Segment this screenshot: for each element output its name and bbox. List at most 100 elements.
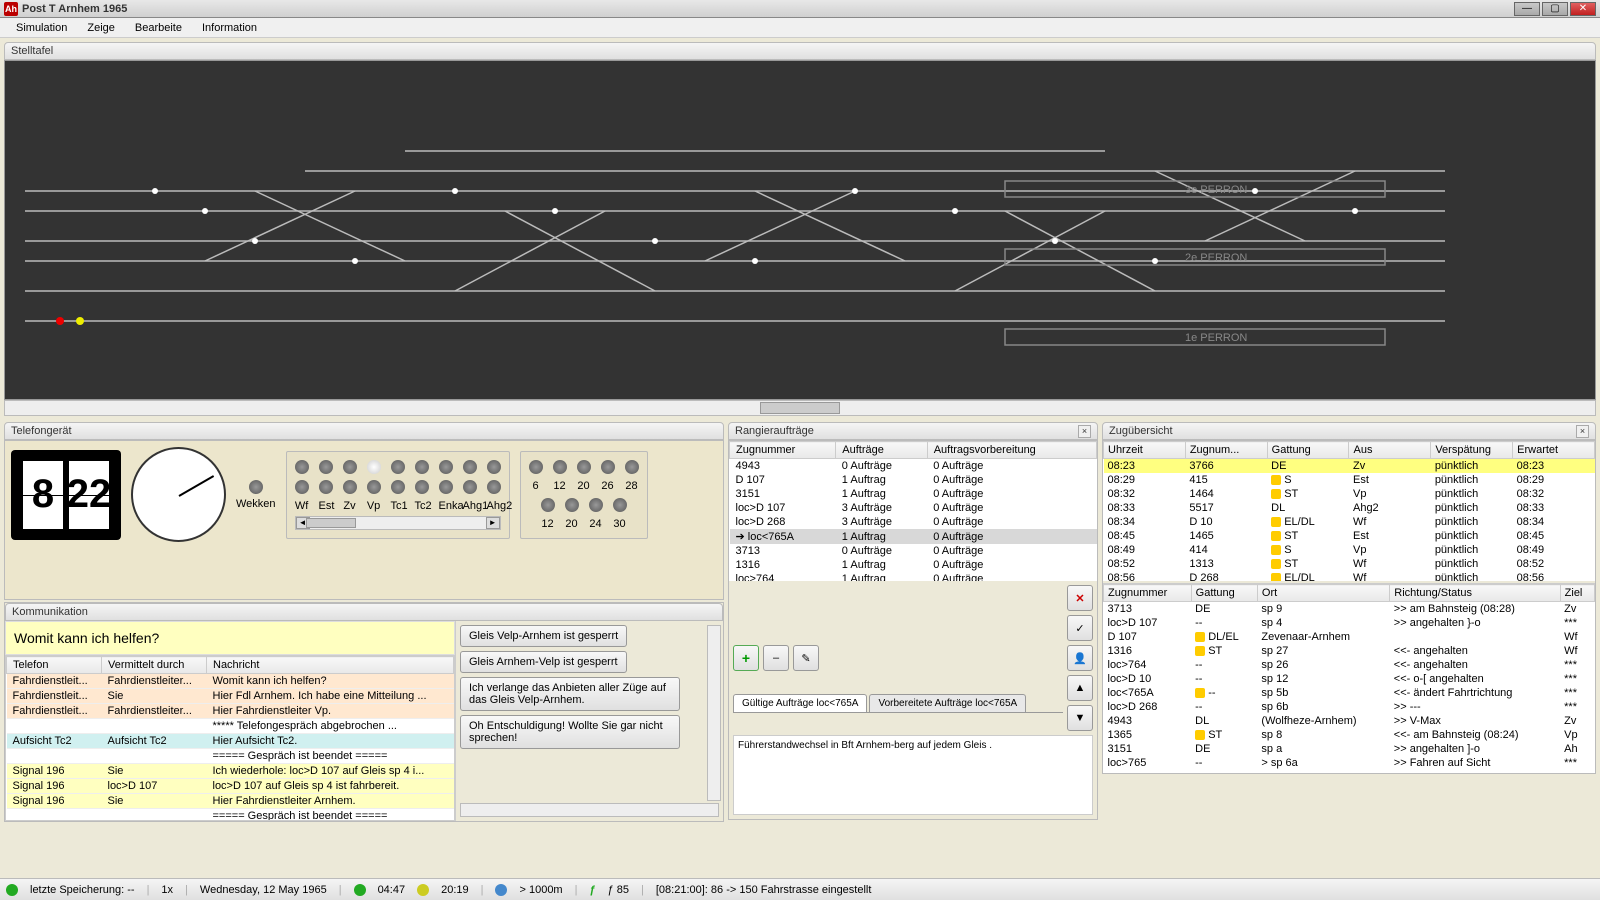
sound-icon[interactable]: [6, 884, 18, 896]
rangier-row[interactable]: 49430 Aufträge0 Aufträge: [730, 459, 1097, 474]
selector-dot[interactable]: [367, 460, 381, 474]
minimize-button[interactable]: —: [1514, 2, 1540, 16]
rangier-row[interactable]: ➔ loc<765A1 Auftrag0 Aufträge: [730, 529, 1097, 544]
zug2-row[interactable]: D 107 DL/ELZevenaar-ArnhemWf: [1104, 630, 1595, 644]
komm-row[interactable]: ===== Gespräch ist beendet =====: [7, 809, 454, 822]
zug-col[interactable]: Verspätung: [1431, 442, 1513, 459]
zug2-row[interactable]: loc>765--> sp 6a>> Fahren auf Sicht***: [1104, 756, 1595, 770]
zug-row[interactable]: 08:56D 268 EL/DLWfpünktlich08:56: [1104, 571, 1595, 581]
edit-icon[interactable]: ✎: [793, 645, 819, 671]
selector-dot[interactable]: [439, 480, 453, 494]
zug2-row[interactable]: 1365 STsp 8<<- am Bahnsteig (08:24)Vp: [1104, 728, 1595, 742]
selector-dot[interactable]: [391, 480, 405, 494]
selector-dot[interactable]: [463, 480, 477, 494]
tab-vorbereitete[interactable]: Vorbereitete Aufträge loc<765A: [869, 694, 1026, 712]
zug2-col[interactable]: Gattung: [1191, 585, 1257, 602]
rangier-row[interactable]: 13161 Auftrag0 Aufträge: [730, 558, 1097, 572]
komm-row[interactable]: ===== Gespräch ist beendet =====: [7, 749, 454, 764]
zug-col[interactable]: Uhrzeit: [1104, 442, 1186, 459]
selector-dot[interactable]: [553, 460, 567, 474]
komm-row[interactable]: Signal 196loc>D 107loc>D 107 auf Gleis s…: [7, 779, 454, 794]
rangier-col-zug[interactable]: Zugnummer: [730, 442, 836, 459]
zug2-row[interactable]: 3713DEsp 9>> am Bahnsteig (08:28)Zv: [1104, 602, 1595, 617]
menu-zeige[interactable]: Zeige: [77, 20, 125, 36]
zug2-col[interactable]: Ziel: [1560, 585, 1594, 602]
station-scroll[interactable]: ◄►: [295, 516, 501, 530]
zug-schedule-table[interactable]: UhrzeitZugnum...GattungAusVerspätungErwa…: [1103, 441, 1595, 581]
selector-dot[interactable]: [487, 480, 501, 494]
zug2-row[interactable]: loc>D 107--sp 4>> angehalten }-o***: [1104, 616, 1595, 630]
rangier-col-vorbereitung[interactable]: Auftragsvorbereitung: [927, 442, 1096, 459]
selector-dot[interactable]: [415, 460, 429, 474]
selector-dot[interactable]: [319, 480, 333, 494]
zug-row[interactable]: 08:34D 10 EL/DLWfpünktlich08:34: [1104, 515, 1595, 529]
track-diagram[interactable]: 3e PERRON 2e PERRON 1e PERRON: [4, 60, 1596, 400]
selector-dot[interactable]: [577, 460, 591, 474]
zug-row[interactable]: 08:29415 SEstpünktlich08:29: [1104, 473, 1595, 487]
rangier-close-icon[interactable]: ×: [1078, 425, 1091, 438]
move-down-icon[interactable]: ▼: [1067, 705, 1093, 731]
komm-row[interactable]: Fahrdienstleit...SieHier Fdl Arnhem. Ich…: [7, 689, 454, 704]
remove-icon[interactable]: –: [763, 645, 789, 671]
komm-row[interactable]: Signal 196SieHier Fahrdienstleiter Arnhe…: [7, 794, 454, 809]
selector-dot[interactable]: [529, 460, 543, 474]
zug-row[interactable]: 08:321464 STVppünktlich08:32: [1104, 487, 1595, 501]
response-btn-0[interactable]: Gleis Velp-Arnhem ist gesperrt: [460, 625, 627, 647]
komm-row[interactable]: Fahrdienstleit...Fahrdienstleiter...Womi…: [7, 674, 454, 689]
zug-status-table[interactable]: ZugnummerGattungOrtRichtung/StatusZiel37…: [1103, 583, 1595, 773]
response-btn-3[interactable]: Oh Entschuldigung! Wollte Sie gar nicht …: [460, 715, 680, 749]
selector-dot[interactable]: [391, 460, 405, 474]
rangier-table[interactable]: Zugnummer Aufträge Auftragsvorbereitung …: [729, 441, 1097, 581]
close-button[interactable]: ✕: [1570, 2, 1596, 16]
cancel-icon[interactable]: ✕: [1067, 585, 1093, 611]
move-up-icon[interactable]: ▲: [1067, 675, 1093, 701]
komm-hscroll[interactable]: [460, 803, 719, 817]
zug2-row[interactable]: 3151DEsp a>> angehalten ]-oAh: [1104, 742, 1595, 756]
zug-row[interactable]: 08:451465 STEstpünktlich08:45: [1104, 529, 1595, 543]
rangier-memo[interactable]: Führerstandwechsel in Bft Arnhem-berg au…: [733, 735, 1093, 815]
zug-row[interactable]: 08:49414 SVppünktlich08:49: [1104, 543, 1595, 557]
selector-dot[interactable]: [463, 460, 477, 474]
selector-dot[interactable]: [439, 460, 453, 474]
zug2-row[interactable]: 4943DL(Wolfheze-Arnhem)>> V-MaxZv: [1104, 714, 1595, 728]
zug-col[interactable]: Zugnum...: [1185, 442, 1267, 459]
komm-vscroll[interactable]: [707, 625, 721, 801]
zug2-col[interactable]: Zugnummer: [1104, 585, 1192, 602]
track-hscroll[interactable]: [4, 400, 1596, 416]
response-btn-2[interactable]: Ich verlange das Anbieten aller Züge auf…: [460, 677, 680, 711]
komm-row[interactable]: Aufsicht Tc2Aufsicht Tc2Hier Aufsicht Tc…: [7, 734, 454, 749]
zug2-row[interactable]: loc<765A --sp 5b<<- ändert Fahrtrichtung…: [1104, 686, 1595, 700]
rangier-row[interactable]: loc>D 2683 Aufträge0 Aufträge: [730, 515, 1097, 529]
rangier-row[interactable]: 31511 Auftrag0 Aufträge: [730, 487, 1097, 501]
selector-dot[interactable]: [541, 498, 555, 512]
selector-dot[interactable]: [565, 498, 579, 512]
zug-row[interactable]: 08:521313 STWfpünktlich08:52: [1104, 557, 1595, 571]
selector-dot[interactable]: [601, 460, 615, 474]
selector-dot[interactable]: [625, 460, 639, 474]
maximize-button[interactable]: ▢: [1542, 2, 1568, 16]
selector-dot[interactable]: [343, 460, 357, 474]
tab-gueltige[interactable]: Gültige Aufträge loc<765A: [733, 694, 867, 712]
zug-row[interactable]: 08:335517DLAhg2pünktlich08:33: [1104, 501, 1595, 515]
komm-row[interactable]: ***** Telefongespräch abgebrochen ...: [7, 719, 454, 734]
wekken-button[interactable]: [249, 480, 263, 494]
zug-col[interactable]: Aus: [1349, 442, 1431, 459]
komm-col-nachricht[interactable]: Nachricht: [207, 657, 454, 674]
komm-row[interactable]: Signal 196SieIch wiederhole: loc>D 107 a…: [7, 764, 454, 779]
komm-log-table[interactable]: Telefon Vermittelt durch Nachricht Fahrd…: [5, 655, 455, 821]
rangier-row[interactable]: D 1071 Auftrag0 Aufträge: [730, 473, 1097, 487]
selector-dot[interactable]: [415, 480, 429, 494]
zug-row[interactable]: 08:233766DEZvpünktlich08:23: [1104, 459, 1595, 474]
selector-dot[interactable]: [295, 480, 309, 494]
zug-col[interactable]: Gattung: [1267, 442, 1349, 459]
response-btn-1[interactable]: Gleis Arnhem-Velp ist gesperrt: [460, 651, 627, 673]
selector-dot[interactable]: [343, 480, 357, 494]
zug2-row[interactable]: 1316 STsp 27<<- angehaltenWf: [1104, 644, 1595, 658]
zug2-row[interactable]: loc>D 268--sp 6b>> ---***: [1104, 700, 1595, 714]
zug2-col[interactable]: Ort: [1257, 585, 1389, 602]
zug-close-icon[interactable]: ×: [1576, 425, 1589, 438]
add-icon[interactable]: +: [733, 645, 759, 671]
zug2-row[interactable]: loc>764--sp 26<<- angehalten***: [1104, 658, 1595, 672]
menu-information[interactable]: Information: [192, 20, 267, 36]
confirm-icon[interactable]: ✓: [1067, 615, 1093, 641]
